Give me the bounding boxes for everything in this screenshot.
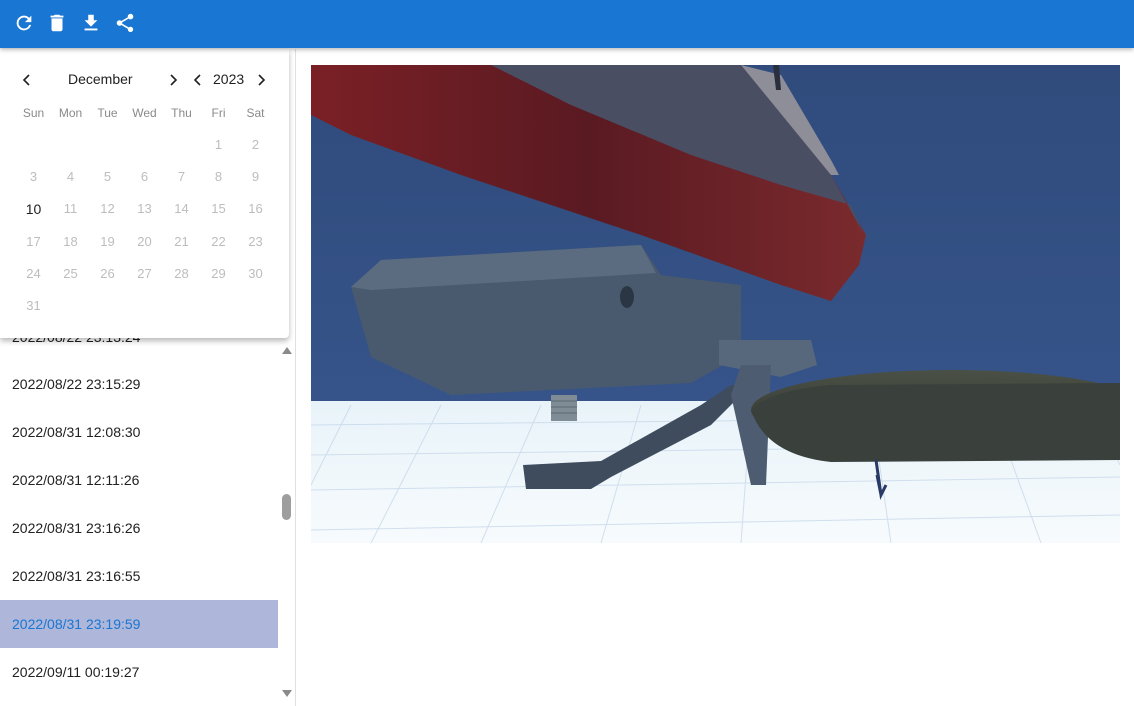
list-scrollbar[interactable]: [280, 339, 293, 706]
calendar-day[interactable]: 24: [15, 259, 52, 289]
scene-viewport[interactable]: [311, 65, 1120, 543]
download-icon: [84, 14, 98, 31]
recording-list-item[interactable]: 2022/08/31 12:08:30: [0, 408, 278, 456]
delete-button[interactable]: [44, 10, 70, 36]
refresh-button[interactable]: [11, 10, 37, 36]
chevron-right-icon: [170, 74, 178, 86]
calendar-day[interactable]: 13: [126, 194, 163, 224]
calendar-day[interactable]: 19: [89, 227, 126, 257]
weekday-label: Fri: [211, 106, 226, 120]
calendar-day[interactable]: 5: [89, 162, 126, 192]
calendar-day[interactable]: 3: [15, 162, 52, 192]
calendar-day[interactable]: 22: [200, 227, 237, 257]
calendar-day[interactable]: 6: [126, 162, 163, 192]
recording-list-item[interactable]: 2022/08/31 23:16:55: [0, 552, 278, 600]
calendar-day[interactable]: 11: [52, 194, 89, 224]
calendar-day[interactable]: 23: [237, 227, 274, 257]
share-icon: [116, 13, 134, 33]
weekday-label: Tue: [97, 106, 118, 120]
next-year-button[interactable]: [255, 73, 267, 87]
calendar-day[interactable]: 1: [200, 130, 237, 160]
calendar-day[interactable]: 10: [15, 194, 52, 224]
app-toolbar: [0, 0, 1134, 48]
calendar-day[interactable]: 14: [163, 194, 200, 224]
calendar-day[interactable]: 25: [52, 259, 89, 289]
refresh-icon: [16, 15, 32, 31]
recording-list-item[interactable]: 2022/08/31 23:16:26: [0, 504, 278, 552]
next-month-button[interactable]: [167, 73, 179, 87]
prev-year-button[interactable]: [192, 73, 204, 87]
weekday-label: Sat: [246, 106, 265, 120]
delete-icon: [50, 14, 64, 32]
calendar-day[interactable]: 2: [237, 130, 274, 160]
date-picker-popup: December 2023 Sun Mon Tue Wed Thu Fri Sat 1234…: [0, 49, 289, 338]
scroll-down-arrow-icon[interactable]: [282, 690, 292, 697]
year-label[interactable]: 2023: [213, 71, 244, 87]
weekday-label: Thu: [171, 106, 192, 120]
scroll-up-arrow-icon[interactable]: [282, 347, 292, 354]
weekday-label: Sun: [22, 106, 45, 120]
calendar-day[interactable]: 30: [237, 259, 274, 289]
calendar-day[interactable]: 31: [15, 291, 52, 321]
calendar-day[interactable]: 29: [200, 259, 237, 289]
chevron-left-icon: [22, 74, 30, 86]
share-button[interactable]: [112, 10, 138, 36]
list-item-partial[interactable]: 2022/08/22 23:13:24: [0, 337, 278, 361]
month-label[interactable]: December: [68, 71, 133, 87]
chevron-right-icon: [258, 74, 266, 86]
chevron-left-icon: [193, 74, 201, 86]
recording-list-item[interactable]: 2022/08/31 23:19:59: [0, 600, 278, 648]
calendar-day[interactable]: 20: [126, 227, 163, 257]
calendar-day[interactable]: 17: [15, 227, 52, 257]
calendar-day[interactable]: 9: [237, 162, 274, 192]
calendar-day[interactable]: 4: [52, 162, 89, 192]
weekday-label: Wed: [132, 106, 157, 120]
recording-list-item[interactable]: 2022/08/31 12:11:26: [0, 456, 278, 504]
weekday-label: Mon: [58, 106, 83, 120]
prev-month-button[interactable]: [21, 73, 33, 87]
calendar-day[interactable]: 8: [200, 162, 237, 192]
scene-render: [311, 65, 1120, 543]
recording-list-item[interactable]: 2022/08/22 23:15:29: [0, 360, 278, 408]
calendar-day[interactable]: 26: [89, 259, 126, 289]
calendar-day[interactable]: 27: [126, 259, 163, 289]
recordings-list: 2022/08/22 23:13:24 2022/08/22 23:15:29 2…: [0, 337, 278, 706]
calendar-day[interactable]: 7: [163, 162, 200, 192]
calendar-day[interactable]: 21: [163, 227, 200, 257]
calendar-day[interactable]: 12: [89, 194, 126, 224]
calendar-day[interactable]: 16: [237, 194, 274, 224]
calendar-day[interactable]: 28: [163, 259, 200, 289]
recording-list-item[interactable]: 2022/09/11 00:19:27: [0, 648, 278, 696]
download-button[interactable]: [78, 10, 104, 36]
scroll-thumb[interactable]: [282, 494, 291, 521]
calendar-day[interactable]: 15: [200, 194, 237, 224]
calendar-day[interactable]: 18: [52, 227, 89, 257]
